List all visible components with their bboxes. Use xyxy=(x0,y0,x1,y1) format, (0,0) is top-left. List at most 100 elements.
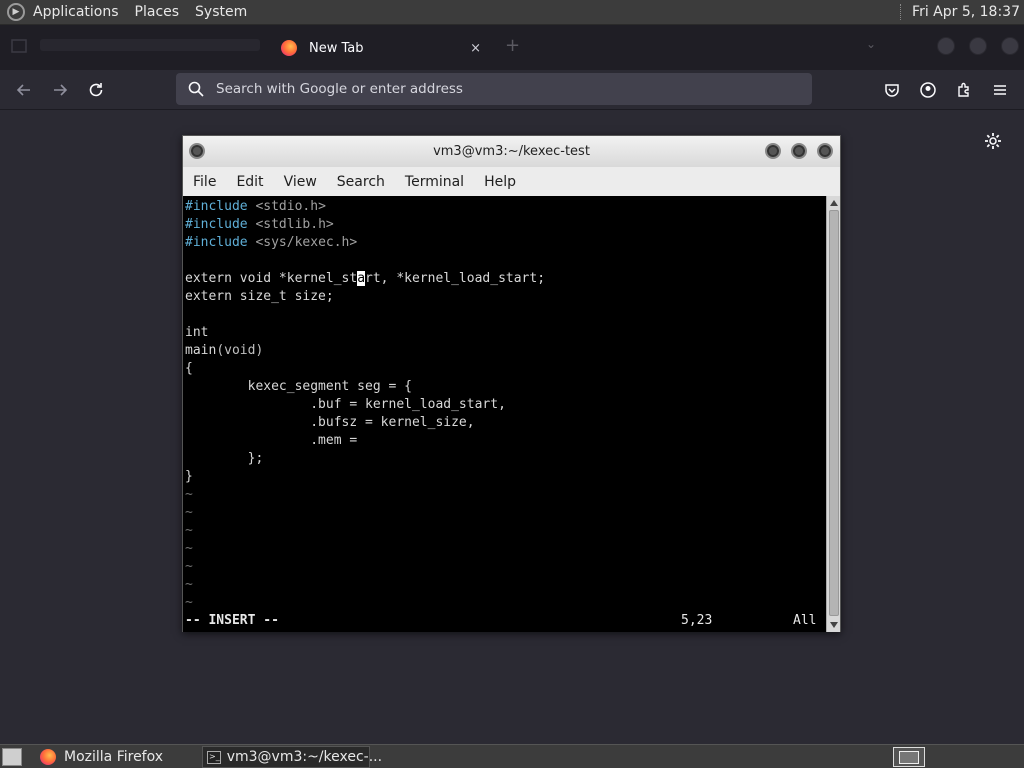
show-desktop-icon[interactable] xyxy=(2,748,22,766)
customize-newtab-gear-icon[interactable] xyxy=(983,131,1003,151)
code-line: { xyxy=(185,361,193,376)
puzzle-piece-icon xyxy=(958,82,969,97)
panel-separator xyxy=(900,4,902,20)
code-line: int xyxy=(185,325,209,340)
code-line: kexec_segment seg = { xyxy=(185,379,412,394)
top-panel: ▶ Applications Places System Fri Apr 5, … xyxy=(0,0,1024,25)
firefox-icon xyxy=(40,749,56,765)
preprocessor-directive: #include xyxy=(185,217,248,232)
code-text: rt, *kernel_load_start; xyxy=(365,271,546,286)
terminal-maximize-button[interactable] xyxy=(791,143,807,159)
firefox-icon xyxy=(281,40,297,56)
empty-buffer-lines: ~ ~ ~ ~ ~ ~ ~ xyxy=(185,486,826,612)
preprocessor-directive: #include xyxy=(185,235,248,250)
vim-statusline: -- INSERT -- 5,23 All xyxy=(185,612,824,630)
reload-icon xyxy=(89,83,103,97)
menu-help[interactable]: Help xyxy=(484,174,516,190)
code-line: #include <stdlib.h> xyxy=(185,216,826,234)
workspace-window-thumbnail xyxy=(899,751,919,764)
scroll-position: All xyxy=(793,613,817,628)
code-line: }; xyxy=(185,451,264,466)
code-line: #include <sys/kexec.h> xyxy=(185,234,826,252)
scrollbar-thumb[interactable] xyxy=(829,210,839,616)
minimize-window-button[interactable] xyxy=(937,37,955,55)
menu-edit[interactable]: Edit xyxy=(236,174,263,190)
address-bar[interactable] xyxy=(176,73,812,105)
firefox-view-icon[interactable] xyxy=(10,37,28,55)
maximize-window-button[interactable] xyxy=(969,37,987,55)
vim-tilde-line: ~ xyxy=(185,487,193,502)
code-line: .buf = kernel_load_start, xyxy=(185,397,506,412)
terminal-menubar: File Edit View Search Terminal Help xyxy=(183,167,840,196)
function-args: (void) xyxy=(216,343,264,358)
vim-tilde-line: ~ xyxy=(185,559,193,574)
menu-view[interactable]: View xyxy=(284,174,317,190)
vim-mode-indicator: -- INSERT -- xyxy=(185,613,279,628)
scroll-up-arrow-icon[interactable] xyxy=(830,200,838,206)
bottom-taskbar: Mozilla Firefox >_ vm3@vm3:~/kexec-... xyxy=(0,744,1024,768)
new-tab-button[interactable]: + xyxy=(505,35,520,56)
app-menu-button[interactable] xyxy=(986,76,1014,104)
taskbar-item-firefox[interactable]: Mozilla Firefox xyxy=(36,746,200,768)
vim-tilde-line: ~ xyxy=(185,541,193,556)
code-line: } xyxy=(185,469,193,484)
terminal-window[interactable]: vm3@vm3:~/kexec-test File Edit View Sear… xyxy=(182,135,841,632)
panel-clock[interactable]: Fri Apr 5, 18:37 xyxy=(912,4,1020,20)
terminal-close-button[interactable] xyxy=(817,143,833,159)
vim-tilde-line: ~ xyxy=(185,577,193,592)
text-cursor: a xyxy=(357,271,366,286)
list-all-tabs-icon[interactable]: ⌄ xyxy=(866,37,876,51)
tab-close-icon[interactable]: × xyxy=(470,41,481,56)
include-header: <stdio.h> xyxy=(255,199,326,214)
taskbar-item-label: vm3@vm3:~/kexec-... xyxy=(226,749,383,765)
terminal-scrollbar[interactable] xyxy=(826,196,840,632)
url-input[interactable] xyxy=(216,81,776,97)
menu-file[interactable]: File xyxy=(193,174,216,190)
distro-logo-icon[interactable]: ▶ xyxy=(7,3,25,21)
include-header: <sys/kexec.h> xyxy=(255,235,358,250)
search-icon xyxy=(176,81,216,97)
code-line: extern size_t size; xyxy=(185,289,334,304)
places-menu[interactable]: Places xyxy=(135,4,180,20)
forward-arrow-icon xyxy=(54,84,68,96)
vim-tilde-line: ~ xyxy=(185,523,193,538)
workspace-switcher[interactable] xyxy=(893,747,925,767)
code-line: #include <stdio.h> xyxy=(185,198,826,216)
tab-new-tab[interactable]: New Tab × xyxy=(273,33,495,63)
menu-search[interactable]: Search xyxy=(337,174,385,190)
close-window-button[interactable] xyxy=(1001,37,1019,55)
tab-title: New Tab xyxy=(309,40,364,56)
terminal-text-area[interactable]: #include <stdio.h> #include <stdlib.h> #in… xyxy=(183,196,826,632)
menu-terminal[interactable]: Terminal xyxy=(405,174,464,190)
vim-tilde-line: ~ xyxy=(185,595,193,610)
back-arrow-icon xyxy=(16,84,30,96)
terminal-minimize-button[interactable] xyxy=(765,143,781,159)
scroll-down-arrow-icon[interactable] xyxy=(830,622,838,628)
window-menu-button[interactable] xyxy=(189,143,205,159)
pocket-button[interactable] xyxy=(878,76,906,104)
account-button[interactable] xyxy=(914,76,942,104)
extensions-button[interactable] xyxy=(950,76,978,104)
background-tab[interactable] xyxy=(40,39,260,51)
applications-menu[interactable]: Applications xyxy=(33,4,119,20)
back-button[interactable] xyxy=(10,76,38,104)
taskbar-item-terminal[interactable]: >_ vm3@vm3:~/kexec-... xyxy=(202,746,382,768)
code-line: .mem = xyxy=(185,433,366,448)
terminal-titlebar[interactable]: vm3@vm3:~/kexec-test xyxy=(183,136,840,167)
code-line: extern void *kernel_start, *kernel_load_… xyxy=(185,270,826,288)
system-menu[interactable]: System xyxy=(195,4,247,20)
code-line: main(void) xyxy=(185,342,826,360)
code-line: .bufsz = kernel_size, xyxy=(185,415,475,430)
reload-button[interactable] xyxy=(82,76,110,104)
hamburger-menu-icon xyxy=(994,85,1006,95)
function-name: main xyxy=(185,343,217,358)
taskbar-item-label: Mozilla Firefox xyxy=(64,749,164,765)
terminal-icon: >_ xyxy=(207,750,221,764)
pocket-icon xyxy=(885,84,899,97)
forward-button[interactable] xyxy=(46,76,74,104)
code-text: extern void *kernel_st xyxy=(185,271,358,286)
vim-tilde-line: ~ xyxy=(185,505,193,520)
browser-tab-strip: + ⌄ xyxy=(0,25,1024,70)
